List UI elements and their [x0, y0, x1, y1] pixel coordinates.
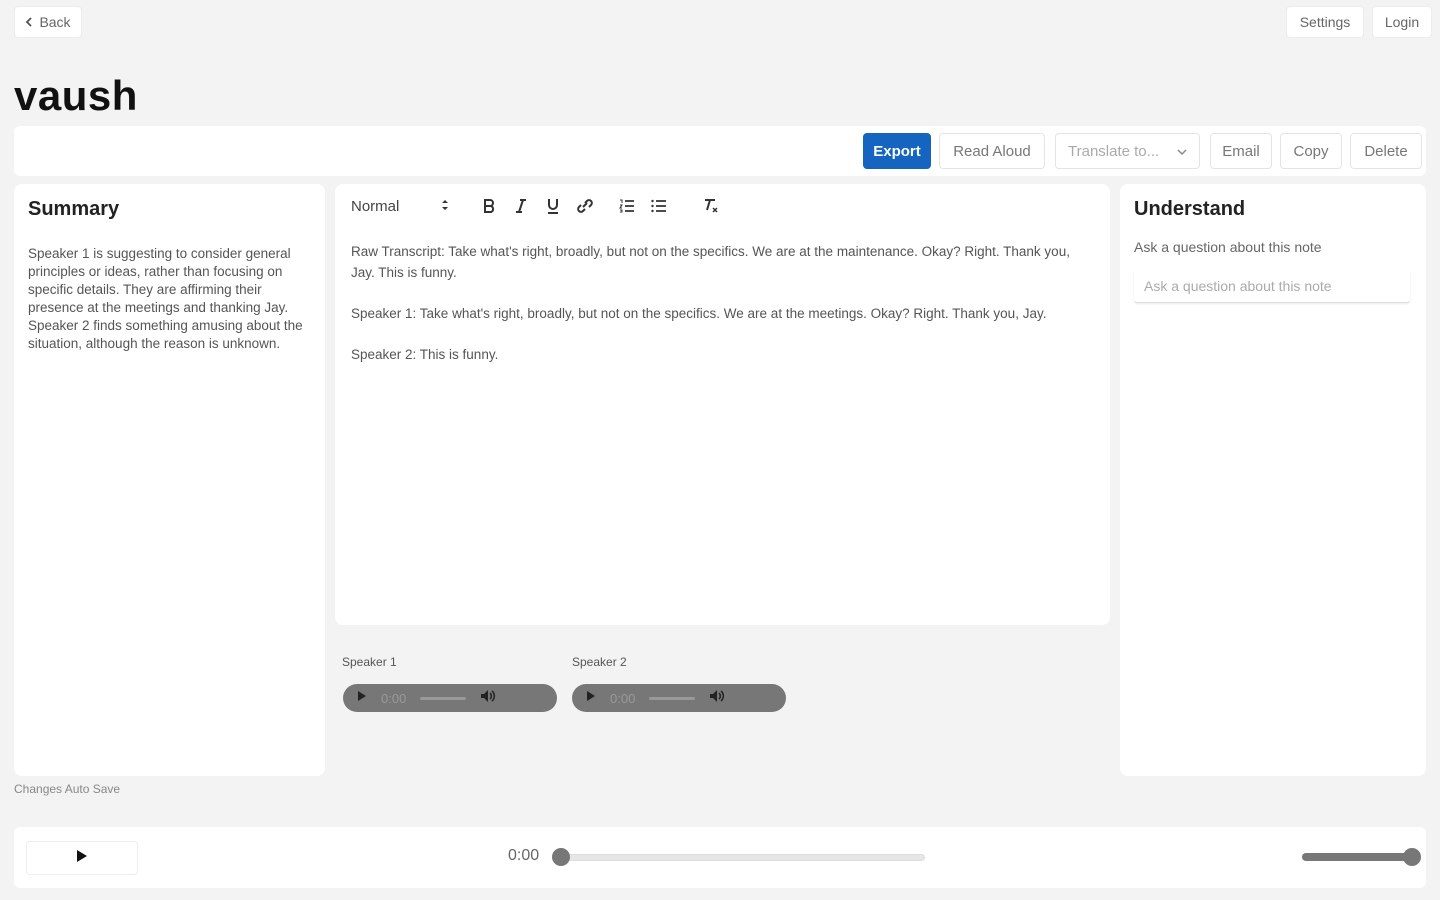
transcript-editor[interactable]: Normal Raw Transcript: Take what's right…: [335, 184, 1110, 625]
speaker-1-audio: 0:00: [343, 684, 557, 712]
volume-icon[interactable]: [480, 689, 496, 708]
translate-select[interactable]: Translate to...: [1055, 133, 1200, 169]
login-button[interactable]: Login: [1372, 6, 1432, 38]
understand-heading: Understand: [1134, 198, 1246, 220]
seek-handle[interactable]: [552, 848, 570, 866]
speaker-1-seek[interactable]: [420, 696, 467, 700]
page-title: vaush: [14, 72, 138, 119]
play-icon[interactable]: [586, 689, 596, 707]
audio-player: 0:00: [14, 827, 1426, 888]
chevron-down-icon: [1177, 143, 1187, 160]
italic-icon[interactable]: [505, 198, 537, 214]
understand-panel: Understand Ask a question about this not…: [1120, 184, 1426, 776]
play-icon: [76, 849, 88, 868]
updown-icon: [441, 198, 449, 215]
understand-subtitle: Ask a question about this note: [1134, 239, 1322, 255]
ordered-list-icon[interactable]: [611, 199, 643, 213]
format-select-value: Normal: [351, 197, 400, 215]
delete-button[interactable]: Delete: [1350, 133, 1422, 169]
editor-toolbar: Normal: [351, 184, 1094, 228]
bold-icon[interactable]: [473, 198, 505, 214]
player-time: 0:00: [508, 847, 540, 864]
volume-slider[interactable]: [1302, 853, 1412, 861]
read-aloud-button[interactable]: Read Aloud: [939, 133, 1045, 169]
volume-handle[interactable]: [1403, 848, 1421, 866]
speaker-1-time: 0:00: [381, 690, 407, 706]
seek-slider[interactable]: [561, 854, 925, 861]
action-toolbar: Export Read Aloud Translate to... Email …: [14, 126, 1426, 176]
underline-icon[interactable]: [537, 198, 569, 214]
transcript-paragraph: Speaker 1: Take what's right, broadly, b…: [351, 306, 1047, 321]
translate-placeholder: Translate to...: [1068, 142, 1160, 160]
question-input[interactable]: [1134, 269, 1410, 303]
transcript-paragraph: Raw Transcript: Take what's right, broad…: [351, 244, 1070, 280]
chevron-left-icon: [25, 14, 33, 30]
speaker-1-label: Speaker 1: [342, 655, 397, 669]
link-icon[interactable]: [569, 199, 601, 213]
speaker-2-label: Speaker 2: [572, 655, 627, 669]
summary-heading: Summary: [28, 198, 120, 220]
transcript-paragraph: Speaker 2: This is funny.: [351, 347, 499, 362]
copy-button[interactable]: Copy: [1280, 133, 1342, 169]
summary-text: Speaker 1 is suggesting to consider gene…: [28, 246, 303, 351]
summary-panel: Summary Speaker 1 is suggesting to consi…: [14, 184, 325, 776]
back-label: Back: [39, 14, 71, 30]
editor-content[interactable]: Raw Transcript: Take what's right, broad…: [351, 228, 1094, 365]
clear-format-icon[interactable]: [695, 198, 727, 214]
autosave-status: Changes Auto Save: [14, 782, 121, 796]
play-button[interactable]: [26, 841, 138, 875]
back-button[interactable]: Back: [14, 6, 82, 38]
speaker-2-seek[interactable]: [649, 696, 696, 700]
bullet-list-icon[interactable]: [643, 199, 675, 213]
export-button[interactable]: Export: [863, 133, 931, 169]
speaker-2-audio: 0:00: [572, 684, 786, 712]
play-icon[interactable]: [357, 689, 367, 707]
settings-button[interactable]: Settings: [1286, 6, 1364, 38]
speaker-2-time: 0:00: [610, 690, 636, 706]
email-button[interactable]: Email: [1210, 133, 1272, 169]
volume-icon[interactable]: [709, 689, 725, 708]
format-select[interactable]: Normal: [351, 198, 449, 215]
